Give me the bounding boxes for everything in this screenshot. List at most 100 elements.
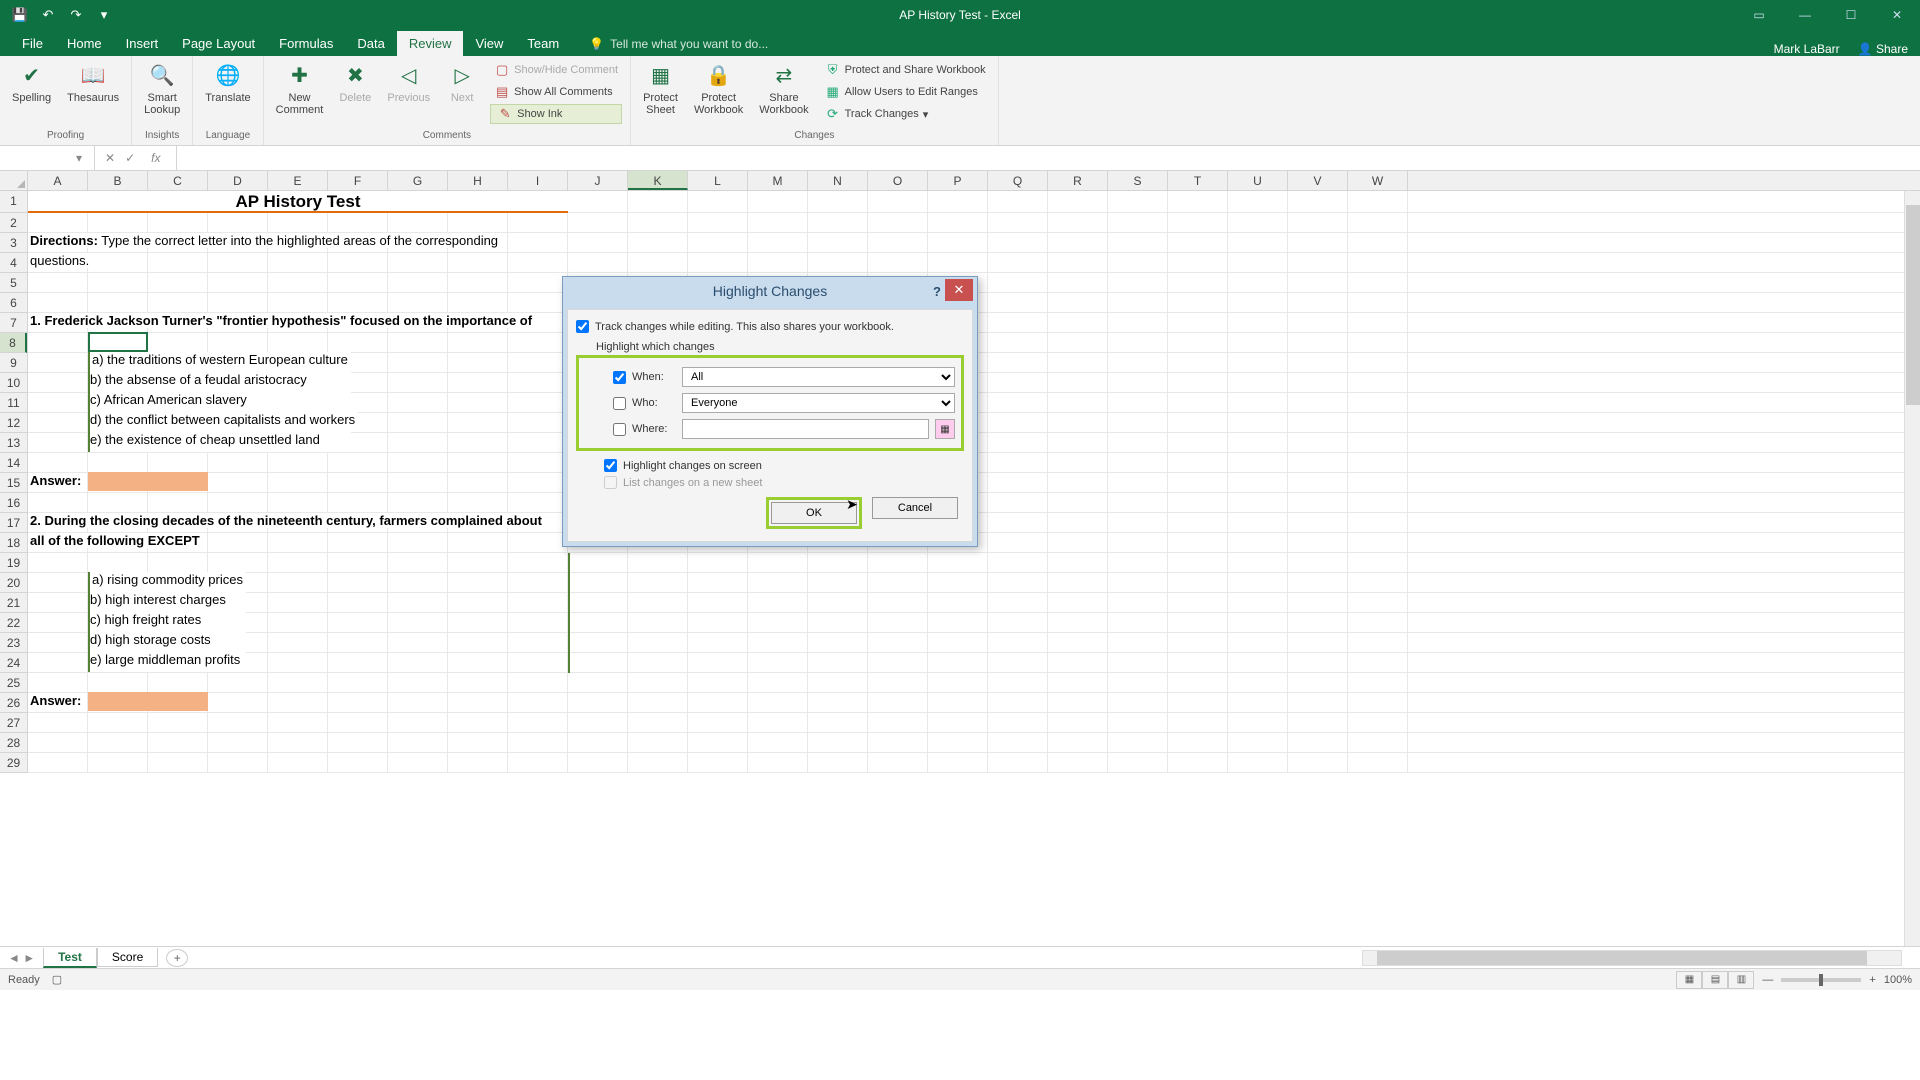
allow-edit-ranges-button[interactable]: ▦Allow Users to Edit Ranges — [821, 82, 990, 102]
col-header-W[interactable]: W — [1348, 171, 1408, 190]
tab-home[interactable]: Home — [55, 31, 114, 56]
show-ink-button[interactable]: ✎Show Ink — [490, 104, 622, 124]
share-workbook-button[interactable]: ⇄Share Workbook — [755, 60, 812, 118]
who-select[interactable]: Everyone — [682, 393, 955, 413]
close-icon[interactable]: ✕ — [945, 279, 973, 301]
vertical-scrollbar[interactable] — [1904, 191, 1920, 946]
ribbon-options-icon[interactable]: ▭ — [1736, 0, 1782, 30]
protect-workbook-button[interactable]: 🔒Protect Workbook — [690, 60, 747, 118]
track-changes-button[interactable]: ⟳Track Changes ▾ — [821, 104, 990, 124]
who-checkbox[interactable] — [613, 397, 626, 410]
close-icon[interactable]: ✕ — [1874, 0, 1920, 30]
spelling-button[interactable]: ✔Spelling — [8, 60, 55, 106]
cancel-button[interactable]: Cancel — [872, 497, 958, 519]
answer-2-box[interactable] — [88, 692, 208, 711]
delete-comment-button[interactable]: ✖Delete — [335, 60, 375, 106]
row-header-7[interactable]: 7 — [0, 313, 27, 333]
row-header-6[interactable]: 6 — [0, 293, 27, 313]
page-layout-view-button[interactable]: ▤ — [1702, 971, 1728, 989]
row-header-2[interactable]: 2 — [0, 213, 27, 233]
col-header-P[interactable]: P — [928, 171, 988, 190]
zoom-in-button[interactable]: + — [1869, 974, 1875, 986]
row-header-16[interactable]: 16 — [0, 493, 27, 513]
row-header-19[interactable]: 19 — [0, 553, 27, 573]
col-header-G[interactable]: G — [388, 171, 448, 190]
smart-lookup-button[interactable]: 🔍Smart Lookup — [140, 60, 184, 118]
sheet-nav[interactable]: ◄ ► — [0, 951, 43, 965]
share-button[interactable]: 👤 Share — [1858, 42, 1908, 56]
show-all-comments-button[interactable]: ▤Show All Comments — [490, 82, 622, 102]
col-header-S[interactable]: S — [1108, 171, 1168, 190]
translate-button[interactable]: 🌐Translate — [201, 60, 254, 106]
col-header-C[interactable]: C — [148, 171, 208, 190]
where-checkbox[interactable] — [613, 423, 626, 436]
row-header-29[interactable]: 29 — [0, 753, 27, 773]
protect-and-share-button[interactable]: ⛨Protect and Share Workbook — [821, 60, 990, 80]
row-header-20[interactable]: 20 — [0, 573, 27, 593]
where-input[interactable] — [682, 419, 929, 439]
row-header-15[interactable]: 15 — [0, 473, 27, 493]
row-header-4[interactable]: 4 — [0, 253, 27, 273]
previous-comment-button[interactable]: ◁Previous — [383, 60, 434, 106]
add-sheet-button[interactable]: + — [166, 949, 188, 967]
col-header-O[interactable]: O — [868, 171, 928, 190]
tab-team[interactable]: Team — [515, 31, 571, 56]
name-box[interactable]: ▾ — [0, 146, 95, 170]
sheet-tab-test[interactable]: Test — [43, 948, 97, 968]
zoom-out-button[interactable]: — — [1762, 974, 1773, 986]
scroll-thumb[interactable] — [1906, 205, 1920, 405]
col-header-L[interactable]: L — [688, 171, 748, 190]
protect-sheet-button[interactable]: ▦Protect Sheet — [639, 60, 682, 118]
col-header-A[interactable]: A — [28, 171, 88, 190]
row-header-9[interactable]: 9 — [0, 353, 27, 373]
tab-view[interactable]: View — [463, 31, 515, 56]
row-header-1[interactable]: 1 — [0, 191, 27, 213]
save-icon[interactable]: 💾 — [12, 7, 28, 23]
next-comment-button[interactable]: ▷Next — [442, 60, 482, 106]
col-header-U[interactable]: U — [1228, 171, 1288, 190]
col-header-J[interactable]: J — [568, 171, 628, 190]
range-picker-icon[interactable]: ▦ — [935, 419, 955, 439]
name-box-input[interactable] — [6, 151, 76, 165]
help-icon[interactable]: ? — [933, 284, 941, 299]
row-header-28[interactable]: 28 — [0, 733, 27, 753]
tab-insert[interactable]: Insert — [114, 31, 171, 56]
show-hide-comment-button[interactable]: ▢Show/Hide Comment — [490, 60, 622, 80]
tell-me-search[interactable]: 💡 Tell me what you want to do... — [581, 32, 776, 56]
ok-button[interactable]: OK — [771, 502, 857, 524]
col-header-I[interactable]: I — [508, 171, 568, 190]
user-name[interactable]: Mark LaBarr — [1774, 42, 1840, 56]
redo-icon[interactable]: ↷ — [68, 7, 84, 23]
answer-1-box[interactable] — [88, 472, 208, 491]
col-header-E[interactable]: E — [268, 171, 328, 190]
horizontal-scrollbar[interactable] — [1362, 950, 1902, 966]
row-header-5[interactable]: 5 — [0, 273, 27, 293]
when-select[interactable]: All — [682, 367, 955, 387]
col-header-R[interactable]: R — [1048, 171, 1108, 190]
select-all-corner[interactable] — [0, 171, 28, 190]
row-header-13[interactable]: 13 — [0, 433, 27, 453]
undo-icon[interactable]: ↶ — [40, 7, 56, 23]
col-header-B[interactable]: B — [88, 171, 148, 190]
scroll-thumb[interactable] — [1377, 951, 1867, 965]
dialog-titlebar[interactable]: Highlight Changes ? ✕ — [563, 277, 977, 305]
tab-formulas[interactable]: Formulas — [267, 31, 345, 56]
row-header-14[interactable]: 14 — [0, 453, 27, 473]
tab-data[interactable]: Data — [345, 31, 396, 56]
tab-file[interactable]: File — [10, 31, 55, 56]
macro-record-icon[interactable]: ▢ — [52, 973, 62, 986]
col-header-M[interactable]: M — [748, 171, 808, 190]
normal-view-button[interactable]: ▦ — [1676, 971, 1702, 989]
maximize-icon[interactable]: ☐ — [1828, 0, 1874, 30]
row-header-25[interactable]: 25 — [0, 673, 27, 693]
enter-formula-icon[interactable]: ✓ — [125, 151, 135, 165]
col-header-T[interactable]: T — [1168, 171, 1228, 190]
row-header-8[interactable]: 8 — [0, 333, 27, 353]
row-header-18[interactable]: 18 — [0, 533, 27, 553]
tab-review[interactable]: Review — [397, 31, 464, 56]
when-checkbox[interactable] — [613, 371, 626, 384]
row-header-24[interactable]: 24 — [0, 653, 27, 673]
col-header-Q[interactable]: Q — [988, 171, 1048, 190]
row-header-11[interactable]: 11 — [0, 393, 27, 413]
zoom-level[interactable]: 100% — [1884, 974, 1912, 986]
